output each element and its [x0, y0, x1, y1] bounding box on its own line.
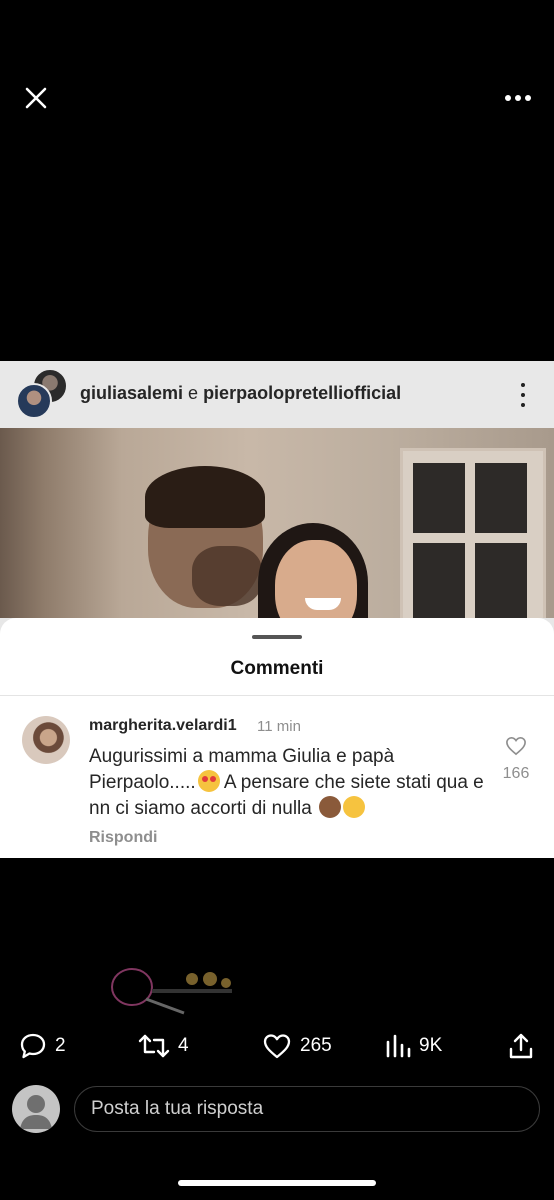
- views-count: 9K: [419, 1035, 443, 1056]
- views-icon: [386, 1034, 411, 1058]
- laughing-emoji-icon: [343, 796, 366, 818]
- user-avatar-icon: [12, 1085, 60, 1133]
- author-avatar: [16, 383, 52, 419]
- kebab-icon: [518, 381, 528, 409]
- author-username: pierpaolopretelliofficial: [203, 383, 402, 403]
- reply-input[interactable]: [74, 1086, 540, 1132]
- post-authors: giuliasalemi e pierpaolopretelliofficial: [80, 383, 401, 404]
- like-button[interactable]: 265: [262, 1030, 332, 1062]
- comment-text: Augurissimi a mamma Giulia e papà Pierpa…: [89, 744, 484, 822]
- comment-like-count: 166: [502, 765, 530, 782]
- sheet-handle: [252, 635, 302, 639]
- like-count: 265: [300, 1035, 332, 1056]
- post-image[interactable]: giuliasalemi e pierpaolopretelliofficial…: [0, 361, 554, 858]
- author-username: giuliasalemi: [80, 383, 184, 403]
- close-button[interactable]: [22, 84, 50, 112]
- commenter-username: margherita.velardi1: [89, 717, 237, 734]
- heart-icon: [263, 1034, 291, 1059]
- comment-like-icon: [505, 736, 527, 756]
- comments-sheet: Commenti margherita.velardi1 11 min Augu…: [0, 618, 554, 858]
- views-button[interactable]: 9K: [385, 1030, 442, 1062]
- home-indicator[interactable]: [178, 1180, 376, 1186]
- author-connector: e: [183, 383, 204, 403]
- comment-timestamp: 11 min: [257, 718, 301, 735]
- reply-count: 2: [55, 1035, 66, 1056]
- reply-composer: [12, 1085, 542, 1135]
- see-no-evil-monkey-emoji-icon: [319, 796, 342, 818]
- post-header: giuliasalemi e pierpaolopretelliofficial: [0, 361, 554, 428]
- comment-icon: [20, 1033, 46, 1059]
- share-button[interactable]: [507, 1030, 535, 1062]
- reply-count-button[interactable]: 2: [19, 1030, 66, 1062]
- comment-reply-label: Rispondi: [89, 829, 158, 846]
- repost-icon: [138, 1034, 170, 1058]
- share-icon: [509, 1033, 533, 1059]
- comments-title: Commenti: [230, 658, 324, 679]
- repost-button[interactable]: 4: [138, 1030, 189, 1062]
- divider: [0, 695, 554, 696]
- more-options-button[interactable]: [500, 86, 536, 110]
- heart-eyes-emoji-icon: [197, 770, 220, 792]
- post-photo: [0, 428, 554, 618]
- commenter-avatar: [22, 716, 70, 764]
- watermark-logo: [100, 963, 240, 1018]
- close-icon: [25, 87, 47, 109]
- repost-count: 4: [178, 1035, 189, 1056]
- more-icon: [505, 95, 531, 101]
